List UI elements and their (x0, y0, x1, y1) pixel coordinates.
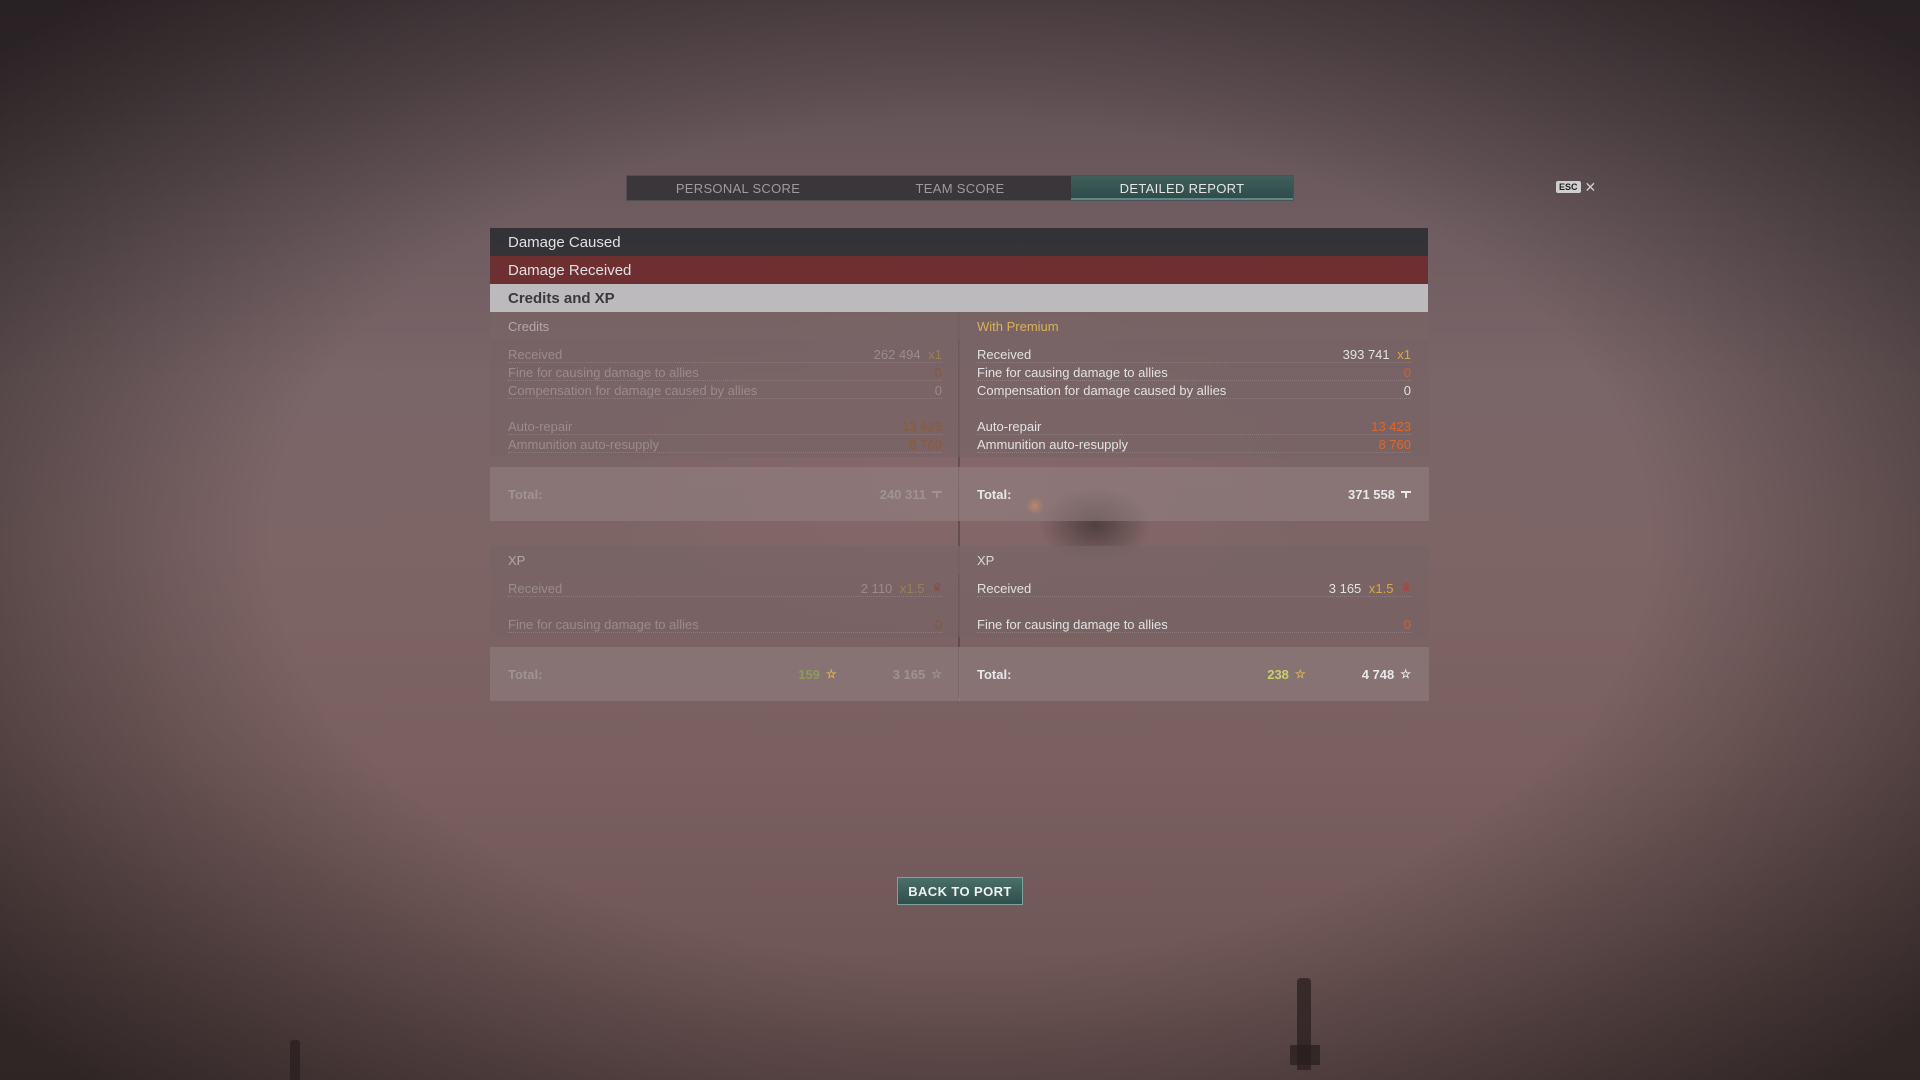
premium-received-row: Received 393 741 x1 (977, 347, 1411, 363)
credits-fine-value: 0 (934, 365, 942, 380)
xp-premium-block: XP Received 3 165 x1.5 ♛ Fine for causin… (959, 546, 1429, 701)
premium-column-title: With Premium (959, 312, 1429, 340)
tab-team-score[interactable]: TEAM SCORE (849, 176, 1071, 200)
free-xp-value: 159 (798, 666, 820, 682)
premium-compensation-value: 0 (1403, 383, 1411, 398)
close-icon: ✕ (1584, 179, 1597, 195)
section-credits-and-xp[interactable]: Credits and XP (490, 284, 1428, 312)
credits-multiplier: x1 (928, 347, 942, 362)
credits-autorepair-row: Auto-repair 13 423 (508, 419, 942, 435)
xp-multiplier: x1.5 (899, 581, 925, 596)
xp-star-icon: ☆ (1400, 667, 1411, 681)
report-tabs: PERSONAL SCORE TEAM SCORE DETAILED REPOR… (626, 175, 1294, 201)
background-sea (0, 0, 1920, 1080)
premium-xp-column-title: XP (959, 546, 1429, 574)
premium-total-row: Total: 371 558 (959, 467, 1429, 521)
credits-standard-block: Credits Received 262 494 x1 Fine for cau… (490, 312, 960, 521)
free-xp-star-icon: ☆ (1294, 667, 1306, 681)
close-button[interactable]: ESC ✕ (1556, 180, 1596, 194)
premium-ammo-value: 8 760 (1378, 437, 1411, 452)
xp-received-row: Received 2 110 x1.5 ♛ (508, 581, 942, 597)
premium-autorepair-row: Auto-repair 13 423 (977, 419, 1411, 435)
premium-credits-rows: Received 393 741 x1 Fine for causing dam… (959, 340, 1429, 457)
tab-detailed-report[interactable]: DETAILED REPORT (1071, 176, 1293, 200)
back-to-port-button[interactable]: BACK TO PORT (897, 877, 1023, 905)
credits-total-value: 240 311 (879, 486, 926, 502)
credits-total-label: Total: (508, 486, 543, 502)
premium-total-value: 371 558 (1348, 486, 1395, 502)
premium-multiplier: x1 (1397, 347, 1411, 362)
crown-icon: ♛ (932, 582, 942, 594)
credits-premium-block: With Premium Received 393 741 x1 Fine fo… (959, 312, 1429, 521)
esc-key-badge: ESC (1556, 181, 1581, 193)
xp-star-icon: ☆ (931, 667, 942, 681)
credits-autorepair-value: 13 423 (902, 419, 942, 434)
premium-xp-fine-value: 0 (1403, 617, 1411, 632)
credits-compensation-row: Compensation for damage caused by allies… (508, 383, 942, 399)
credits-icon (932, 490, 942, 498)
xp-column-title: XP (490, 546, 960, 574)
credits-fine-row: Fine for causing damage to allies 0 (508, 365, 942, 381)
mast-silhouette (290, 1040, 300, 1080)
crown-icon: ♛ (1401, 582, 1411, 594)
credits-received-value: 262 494 (873, 347, 921, 362)
premium-xp-fine-row: Fine for causing damage to allies 0 (977, 617, 1411, 633)
premium-fine-value: 0 (1403, 365, 1411, 380)
free-xp-star-icon: ☆ (825, 667, 837, 681)
premium-xp-received-row: Received 3 165 x1.5 ♛ (977, 581, 1411, 597)
premium-free-xp-value: 238 (1267, 666, 1289, 682)
xp-total-label: Total: (508, 666, 543, 682)
premium-ammo-row: Ammunition auto-resupply 8 760 (977, 437, 1411, 453)
credits-compensation-value: 0 (934, 383, 942, 398)
xp-rows: Received 2 110 x1.5 ♛ Fine for causing d… (490, 574, 960, 637)
section-damage-caused[interactable]: Damage Caused (490, 228, 1428, 256)
section-damage-received[interactable]: Damage Received (490, 256, 1428, 284)
tab-personal-score[interactable]: PERSONAL SCORE (627, 176, 849, 200)
xp-received-value: 2 110 (860, 581, 893, 596)
premium-fine-row: Fine for causing damage to allies 0 (977, 365, 1411, 381)
premium-received-value: 393 741 (1342, 347, 1390, 362)
credits-received-row: Received 262 494 x1 (508, 347, 942, 363)
credits-ammo-value: 8 760 (909, 437, 942, 452)
xp-total-row: Total: 159 ☆ 3 165 ☆ (490, 647, 960, 701)
lighthouse-base (1290, 1045, 1320, 1065)
premium-xp-multiplier: x1.5 (1368, 581, 1394, 596)
detailed-report-panel: Damage Caused Damage Received Credits an… (490, 228, 1428, 312)
premium-xp-total-value: 4 748 (1361, 666, 1395, 682)
premium-compensation-row: Compensation for damage caused by allies… (977, 383, 1411, 399)
xp-standard-block: XP Received 2 110 x1.5 ♛ Fine for causin… (490, 546, 960, 701)
premium-xp-total-row: Total: 238 ☆ 4 748 ☆ (959, 647, 1429, 701)
xp-fine-value: 0 (934, 617, 942, 632)
credits-icon (1401, 490, 1411, 498)
credits-ammo-row: Ammunition auto-resupply 8 760 (508, 437, 942, 453)
premium-xp-received-value: 3 165 (1328, 581, 1362, 596)
premium-xp-total-label: Total: (977, 666, 1012, 682)
premium-autorepair-value: 13 423 (1371, 419, 1411, 434)
credits-total-row: Total: 240 311 (490, 467, 960, 521)
xp-total-value: 3 165 (892, 666, 926, 682)
premium-xp-rows: Received 3 165 x1.5 ♛ Fine for causing d… (959, 574, 1429, 637)
credits-rows: Received 262 494 x1 Fine for causing dam… (490, 340, 960, 457)
credits-column-title: Credits (490, 312, 960, 340)
xp-fine-row: Fine for causing damage to allies 0 (508, 617, 942, 633)
premium-total-label: Total: (977, 486, 1012, 502)
